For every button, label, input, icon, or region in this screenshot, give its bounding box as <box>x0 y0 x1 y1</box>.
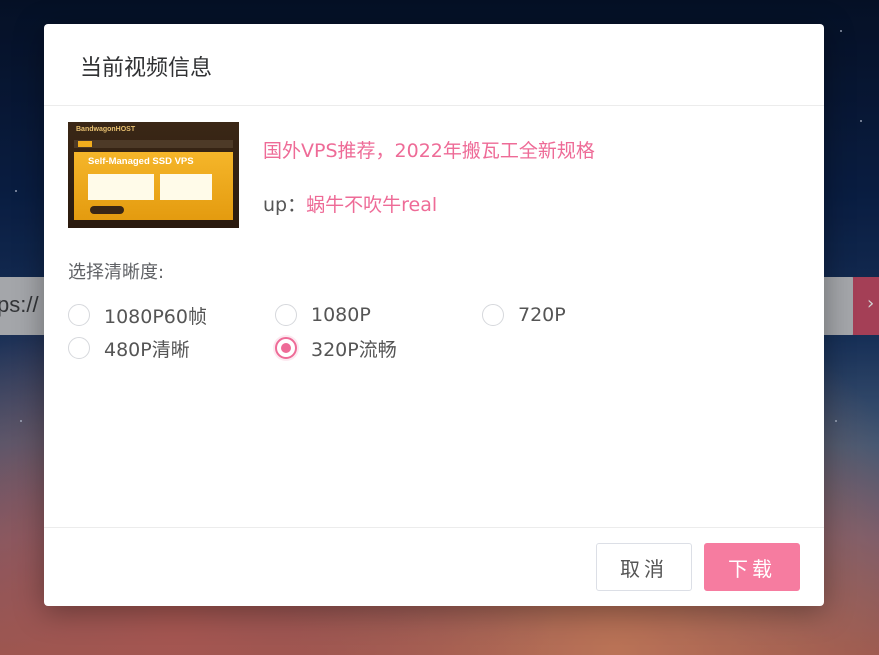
dialog-footer: 取消 下载 <box>44 527 824 606</box>
radio-button[interactable] <box>68 304 90 326</box>
uploader-name: 蜗牛不吹牛real <box>306 194 438 216</box>
quality-option-label: 320P流畅 <box>311 338 397 361</box>
dialog-title: 当前视频信息 <box>80 56 213 81</box>
quality-option-320p[interactable]: 320P流畅 <box>275 334 397 362</box>
radio-button[interactable] <box>68 337 90 359</box>
thumbnail-panel: Self-Managed SSD VPS <box>74 152 233 220</box>
radio-button[interactable] <box>275 304 297 326</box>
video-info: BandwagonHOST Self-Managed SSD VPS 国外VPS… <box>68 122 788 228</box>
download-button[interactable]: 下载 <box>704 543 800 591</box>
quality-option-label: 1080P <box>311 304 371 326</box>
radio-button-selected[interactable] <box>275 337 297 359</box>
uploader: up：蜗牛不吹牛real <box>263 190 437 217</box>
video-title: 国外VPS推荐，2022年搬瓦工全新规格 <box>263 140 595 162</box>
quality-option-1080p60[interactable]: 1080P60帧 <box>68 301 207 329</box>
uploader-label: up： <box>263 194 307 216</box>
quality-option-480p[interactable]: 480P清晰 <box>68 334 190 362</box>
video-info-dialog: 当前视频信息 BandwagonHOST Self-Managed SSD VP… <box>44 24 824 606</box>
quality-option-label: 480P清晰 <box>104 338 190 361</box>
video-thumbnail: BandwagonHOST Self-Managed SSD VPS <box>68 122 239 228</box>
thumbnail-brand: BandwagonHOST <box>76 126 136 133</box>
radio-button[interactable] <box>482 304 504 326</box>
quality-option-720p[interactable]: 720P <box>482 301 566 329</box>
thumbnail-nav <box>74 140 233 148</box>
dialog-header: 当前视频信息 <box>44 24 824 106</box>
quality-label: 选择清晰度: <box>68 262 165 283</box>
quality-option-label: 1080P60帧 <box>104 305 207 328</box>
thumbnail-headline: Self-Managed SSD VPS <box>88 156 194 167</box>
cancel-button[interactable]: 取消 <box>596 543 692 591</box>
quality-option-1080p[interactable]: 1080P <box>275 301 371 329</box>
quality-option-label: 720P <box>518 304 566 326</box>
